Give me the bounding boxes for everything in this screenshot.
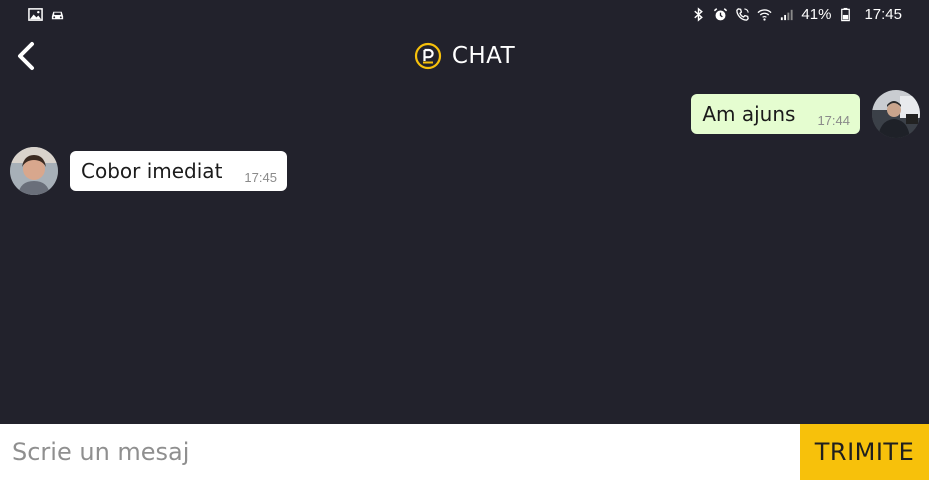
status-right-icons: 41% 17:45 — [691, 6, 902, 23]
composer: TRIMITE — [0, 424, 929, 480]
message-outgoing: Am ajuns 17:44 — [691, 90, 920, 138]
status-left-icons — [28, 7, 65, 22]
battery-percent: 41% — [801, 5, 832, 23]
message-input[interactable] — [0, 424, 800, 480]
car-icon — [50, 7, 65, 22]
bluetooth-icon — [691, 6, 706, 22]
message-list: Am ajuns 17:44 Cobor imediat 17:45 — [0, 84, 929, 424]
passenger-avatar[interactable] — [10, 147, 58, 195]
wifi-icon — [757, 7, 772, 22]
send-button[interactable]: TRIMITE — [800, 424, 929, 480]
message-bubble[interactable]: Cobor imediat 17:45 — [70, 151, 287, 191]
message-time: 17:45 — [244, 169, 277, 185]
chat-header: CHAT — [0, 28, 929, 84]
message-text: Cobor imediat — [81, 159, 223, 183]
message-time: 17:44 — [817, 112, 850, 128]
message-bubble[interactable]: Am ajuns 17:44 — [691, 94, 860, 134]
signal-icon — [779, 7, 794, 22]
status-bar: 41% 17:45 — [0, 0, 929, 28]
call-icon — [735, 7, 750, 22]
alarm-icon — [713, 7, 728, 22]
gallery-icon — [28, 7, 43, 22]
page-title: CHAT — [451, 43, 516, 69]
battery-icon — [838, 7, 853, 22]
app-logo-icon — [414, 42, 441, 70]
message-incoming: Cobor imediat 17:45 — [10, 147, 287, 195]
header-title-group: CHAT — [0, 28, 929, 84]
status-clock: 17:45 — [864, 5, 902, 23]
message-text: Am ajuns — [702, 102, 796, 126]
driver-avatar[interactable] — [872, 90, 920, 138]
